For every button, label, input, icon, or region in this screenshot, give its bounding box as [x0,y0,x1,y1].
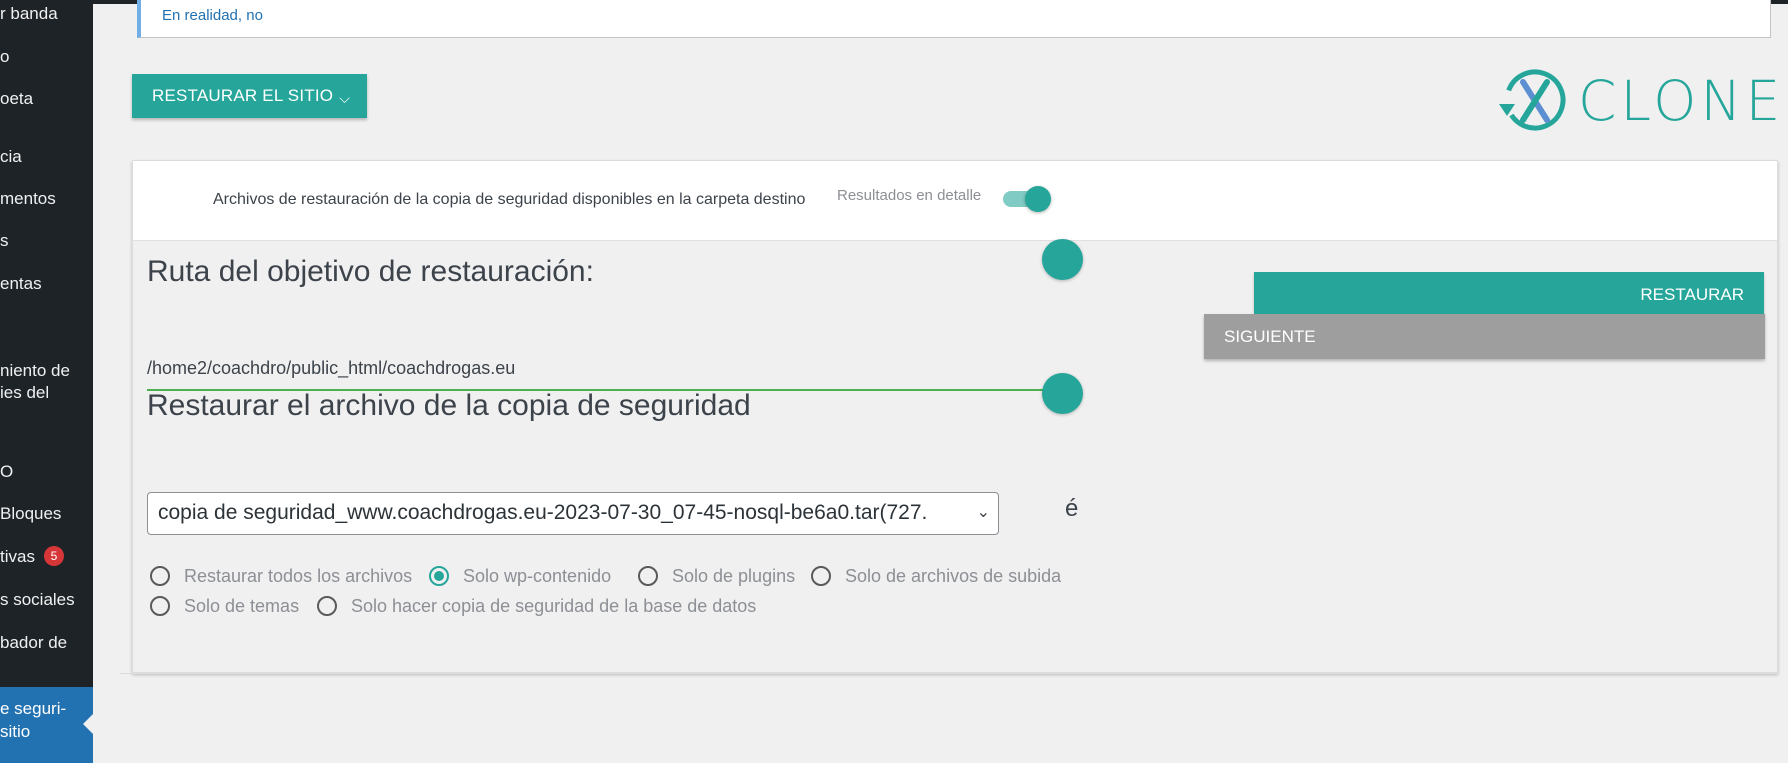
radio-circle[interactable] [317,596,337,616]
chevron-down-icon: ⌄ [976,504,990,521]
radio-label: Solo de temas [184,596,300,616]
admin-sidebar: r banda o oeta cia mentos s entas niento… [0,0,93,763]
sidebar-item-0[interactable]: r banda [0,3,58,25]
radio-plugins[interactable]: Solo de plugins [638,566,795,587]
restore-target-status-dot [1042,239,1083,280]
restore-card: Archivos de restauración de la copia de … [132,160,1778,673]
backup-archive-selected: copia de seguridad_www.coachdrogas.eu-20… [158,501,928,524]
radio-database-only[interactable]: Solo hacer copia de seguridad de la base… [317,596,756,617]
radio-wp-content[interactable]: Solo wp-contenido [429,566,611,587]
sidebar-item-8[interactable]: ies del [0,382,49,404]
sidebar-item-label: O [0,462,14,481]
update-count-badge: 5 [43,546,64,566]
sidebar-item-2[interactable]: oeta [0,88,33,110]
card-header: Archivos de restauración de la copia de … [133,161,1777,241]
backup-archive-select[interactable]: copia de seguridad_www.coachdrogas.eu-20… [147,492,999,535]
sidebar-item-active-label-2: sitio [0,722,31,741]
radio-label: Solo wp-contenido [463,566,612,586]
sidebar-item-label: tivas [0,547,35,566]
restore-file-status-dot [1042,373,1083,414]
sidebar-item-label: s sociales [0,590,75,609]
restore-file-title: Restaurar el archivo de la copia de segu… [147,389,751,422]
radio-circle[interactable] [811,566,831,586]
sidebar-item-label: ies del [0,383,50,402]
notice-text: En realidad, no [162,7,263,24]
sidebar-item-active-label-1: e seguri- [0,699,67,718]
sidebar-item-12[interactable]: s sociales [0,589,75,611]
sidebar-item-3[interactable]: cia [0,146,22,168]
sidebar-item-13[interactable]: bador de [0,632,67,654]
sidebar-item-label: Bloques [0,504,62,523]
radio-circle[interactable] [150,566,170,586]
trailing-char: é [1065,495,1079,522]
sidebar-item-label: oeta [0,89,34,108]
sidebar-item-label: o [0,47,10,66]
sidebar-item-label: mentos [0,189,56,208]
logo-wordmark: CLONER [1578,69,1788,133]
restore-button[interactable]: RESTAURAR [1254,272,1764,317]
radio-label: Solo de archivos de subida [845,566,1062,586]
sidebar-item-6[interactable]: entas [0,273,42,295]
sidebar-item-11[interactable]: tivas 5 [0,546,64,568]
next-button[interactable]: SIGUIENTE [1204,314,1765,359]
sidebar-item-1[interactable]: o [0,46,9,68]
radio-restore-all[interactable]: Restaurar todos los archivos [150,566,412,587]
sidebar-item-label: s [0,231,9,250]
radio-label: Solo hacer copia de seguridad de la base… [351,596,757,616]
detail-results-label: Resultados en detalle [837,187,982,204]
sidebar-item-label: bador de [0,633,68,652]
restore-site-label: RESTAURAR EL SITIO [152,85,334,105]
radio-circle[interactable] [150,596,170,616]
sidebar-item-label: entas [0,274,42,293]
radio-circle-checked[interactable] [429,566,449,586]
radio-label: Restaurar todos los archivos [184,566,413,586]
sidebar-item-10[interactable]: Bloques [0,503,61,525]
restore-site-button[interactable]: RESTAURAR EL SITIO ⌵ [132,74,367,118]
sidebar-item-5[interactable]: s [0,230,9,252]
sidebar-item-label: r banda [0,4,58,23]
sidebar-item-active[interactable]: e seguri- sitio [0,697,66,743]
admin-notice: En realidad, no [137,0,1771,38]
sidebar-item-label: cia [0,147,22,166]
toggle-knob[interactable] [1025,186,1051,212]
card-header-text: Archivos de restauración de la copia de … [213,191,806,208]
chevron-down-icon: ⌵ [339,89,350,106]
sidebar-item-7[interactable]: niento de [0,360,70,382]
sidebar-item-label: niento de [0,361,70,380]
sidebar-item-9[interactable]: O [0,461,13,483]
restore-target-title: Ruta del objetivo de restauración: [147,255,594,288]
radio-themes[interactable]: Solo de temas [150,596,299,617]
radio-label: Solo de plugins [672,566,796,586]
restore-path-input[interactable] [147,347,1080,391]
radio-circle[interactable] [638,566,658,586]
radio-uploads[interactable]: Solo de archivos de subida [811,566,1061,587]
sidebar-item-4[interactable]: mentos [0,188,56,210]
divider [120,673,1780,674]
active-notch [83,713,93,735]
